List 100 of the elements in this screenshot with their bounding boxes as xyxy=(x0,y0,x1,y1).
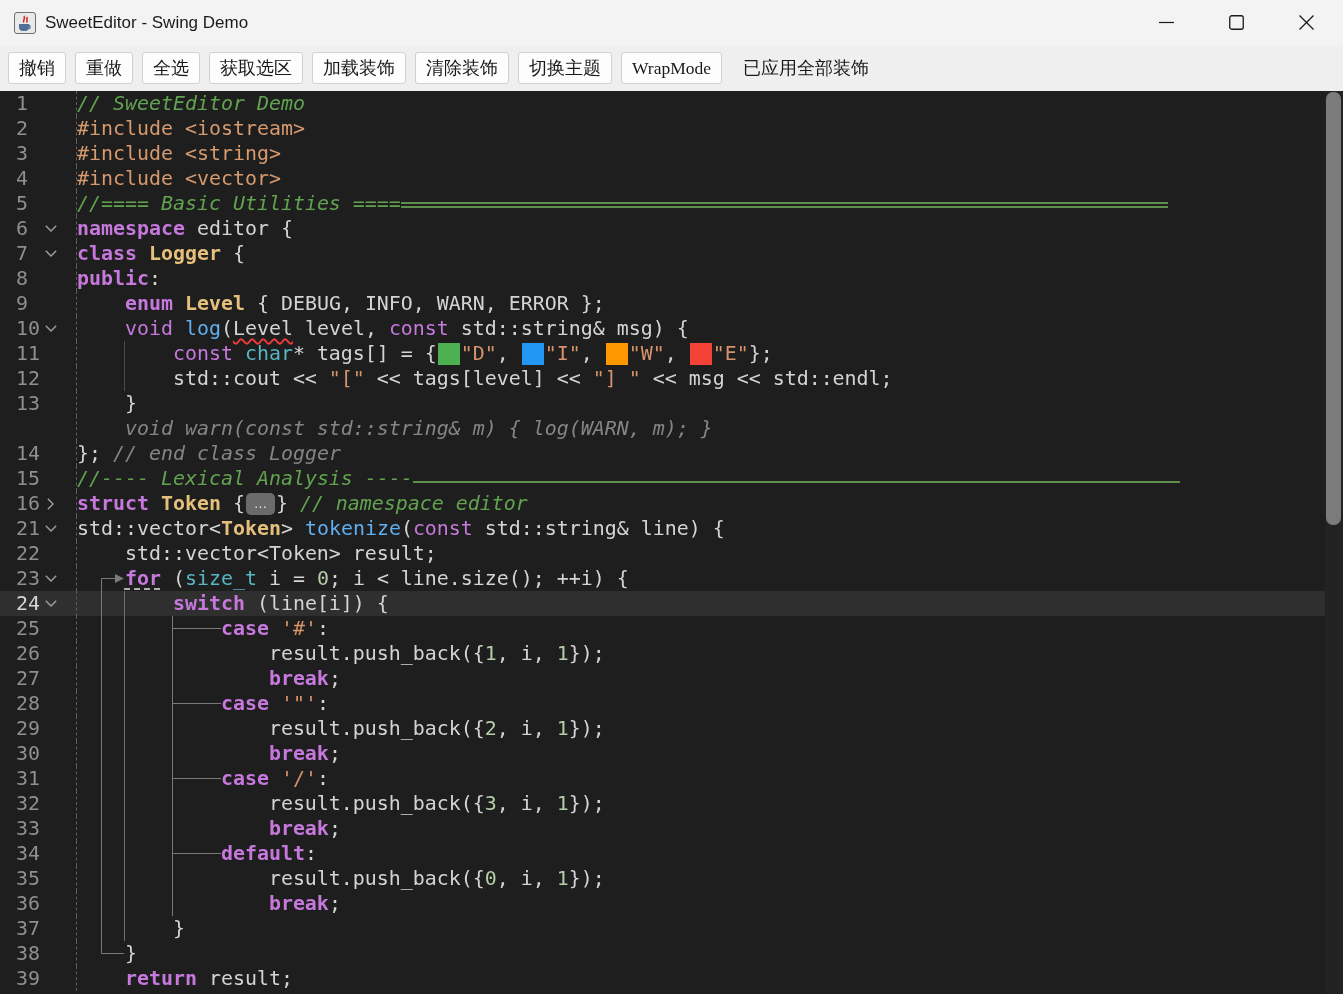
line-number: 39 xyxy=(16,967,40,990)
line-number: 28 xyxy=(16,692,40,715)
code-text: result.push_back({1, i, 1}); xyxy=(268,641,605,666)
code-text: std::vector<Token> result; xyxy=(124,541,437,566)
chevron-down-icon[interactable] xyxy=(45,225,57,232)
line-number: 8 xyxy=(16,267,28,290)
line-number: 24 xyxy=(16,592,40,615)
line-number: 11 xyxy=(16,342,40,365)
line-number: 13 xyxy=(16,392,40,415)
code-text: break; xyxy=(268,666,341,691)
close-icon xyxy=(1298,15,1314,30)
code-text: std::vector<Token> tokenize(const std::string& line) { xyxy=(77,516,725,541)
line-number: 29 xyxy=(16,717,40,740)
code-text: case '"': xyxy=(220,691,329,716)
code-text: result.push_back({0, i, 1}); xyxy=(268,866,605,891)
code-text: namespace editor { xyxy=(77,216,293,241)
chevron-down-icon[interactable] xyxy=(45,525,57,532)
code-text: #include <vector> xyxy=(77,166,281,191)
line-number: 5 xyxy=(16,192,28,215)
line-number: 12 xyxy=(16,367,40,390)
line-number: 6 xyxy=(16,217,28,240)
line-number: 2 xyxy=(16,117,28,140)
code-editor[interactable] xyxy=(0,91,1343,994)
window-title: SweetEditor - Swing Demo xyxy=(45,12,249,33)
code-text: void log(Level level, const std::string& msg) { xyxy=(124,316,689,341)
chevron-down-icon[interactable] xyxy=(45,575,57,582)
code-text: case '#': xyxy=(220,616,329,641)
line-number: 37 xyxy=(16,917,40,940)
line-number: 4 xyxy=(16,167,28,190)
folded-code-placeholder[interactable]: … xyxy=(245,492,275,515)
line-number: 26 xyxy=(16,642,40,665)
line-number: 1 xyxy=(16,92,28,115)
line-number: 30 xyxy=(16,742,40,765)
line-number: 7 xyxy=(16,242,28,265)
code-text: "W", xyxy=(628,341,678,366)
scrollbar-thumb[interactable] xyxy=(1326,92,1341,525)
code-text: struct Token { xyxy=(77,491,245,516)
line-number: 38 xyxy=(16,942,40,965)
ghost-code-text: void warn(const std::string& m) { log(WARN, m); } xyxy=(124,416,713,441)
chevron-down-icon[interactable] xyxy=(45,250,57,257)
code-text: //---- Lexical Analysis ---- xyxy=(77,466,413,491)
toolbar-button[interactable]: 全选 xyxy=(142,52,200,84)
code-text: "E"}; xyxy=(712,341,773,366)
code-text: for (size_t i = 0; i < line.size(); ++i) { xyxy=(124,566,629,591)
line-number: 23 xyxy=(16,567,40,590)
toolbar-button[interactable]: 加载装饰 xyxy=(312,52,406,84)
line-number: 33 xyxy=(16,817,40,840)
code-text: } xyxy=(172,916,185,941)
chevron-down-icon[interactable] xyxy=(45,600,57,607)
code-text: } // namespace editor xyxy=(275,491,528,516)
code-text: // SweetEditor Demo xyxy=(77,91,305,116)
code-text: public: xyxy=(77,266,161,291)
code-text: "D", xyxy=(460,341,510,366)
code-text: } xyxy=(124,941,137,966)
line-number: 9 xyxy=(16,292,28,315)
code-text: result.push_back({2, i, 1}); xyxy=(268,716,605,741)
maximize-icon xyxy=(1228,15,1244,30)
line-number: 14 xyxy=(16,442,40,465)
code-text: const char* tags[] = { xyxy=(172,341,437,366)
line-number: 34 xyxy=(16,842,40,865)
line-number: 35 xyxy=(16,867,40,890)
code-text: enum Level { DEBUG, INFO, WARN, ERROR }; xyxy=(124,291,605,316)
line-number: 36 xyxy=(16,892,40,915)
code-text: break; xyxy=(268,816,341,841)
chevron-down-icon[interactable] xyxy=(45,325,57,332)
code-text: return result; xyxy=(124,966,293,991)
code-text: case '/': xyxy=(220,766,329,791)
line-number: 15 xyxy=(16,467,40,490)
line-number: 16 xyxy=(16,492,40,515)
line-number: 31 xyxy=(16,767,40,790)
code-text: }; // end class Logger xyxy=(77,441,341,466)
toolbar-button[interactable]: 获取选区 xyxy=(209,52,303,84)
code-text: result.push_back({3, i, 1}); xyxy=(268,791,605,816)
toolbar-button[interactable]: 清除装饰 xyxy=(415,52,509,84)
code-text: } xyxy=(124,391,137,416)
code-text: std::cout << "[" << tags[level] << "] " << msg << std::endl; xyxy=(172,366,893,391)
line-number: 32 xyxy=(16,792,40,815)
code-text: //==== Basic Utilities ==== xyxy=(77,191,401,216)
code-text: "I", xyxy=(544,341,594,366)
line-number: 22 xyxy=(16,542,40,565)
code-text: #include <string> xyxy=(77,141,281,166)
toolbar-button[interactable]: 重做 xyxy=(75,52,133,84)
code-text: #include <iostream> xyxy=(77,116,305,141)
line-number: 3 xyxy=(16,142,28,165)
status-text: 已应用全部装饰 xyxy=(743,57,869,80)
code-text: switch (line[i]) { xyxy=(172,591,389,616)
code-text: break; xyxy=(268,741,341,766)
coffee-cup-icon xyxy=(14,11,36,34)
chevron-right-icon[interactable] xyxy=(47,497,54,510)
code-text: break; xyxy=(268,891,341,916)
code-text: default: xyxy=(220,841,317,866)
line-number: 27 xyxy=(16,667,40,690)
toolbar-button[interactable]: 撤销 xyxy=(8,52,66,84)
indent-guide xyxy=(124,341,125,391)
toolbar-button[interactable]: WrapMode xyxy=(621,52,722,84)
toolbar-button[interactable]: 切换主题 xyxy=(518,52,612,84)
line-number: 25 xyxy=(16,617,40,640)
line-number: 10 xyxy=(16,317,40,340)
code-text: class Logger { xyxy=(77,241,245,266)
line-number: 21 xyxy=(16,517,40,540)
